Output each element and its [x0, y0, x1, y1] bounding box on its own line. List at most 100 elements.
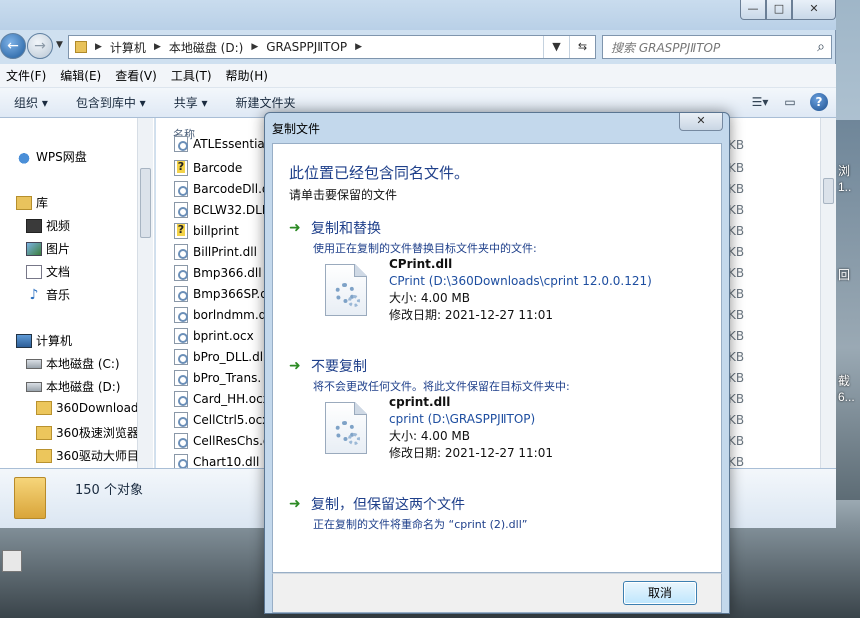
back-button[interactable]: ←	[0, 33, 26, 59]
breadcrumb-separator-icon[interactable]: ▶	[355, 42, 362, 52]
dialog-close-button[interactable]: ✕	[679, 113, 723, 131]
list-item[interactable]: bPro_Trans.	[174, 368, 261, 388]
dll-file-icon	[174, 433, 188, 449]
sidebar-item-folder[interactable]: 360Download	[36, 401, 139, 415]
breadcrumb-separator-icon[interactable]: ▶	[154, 42, 161, 52]
help-icon[interactable]: ?	[810, 93, 828, 111]
dll-file-icon	[325, 402, 367, 454]
green-arrow-icon: ➜	[289, 496, 301, 512]
maximize-button[interactable]: □	[766, 0, 792, 20]
list-item[interactable]: BillPrint.dll	[174, 242, 257, 262]
list-item[interactable]: BarcodeDll.d	[174, 179, 266, 199]
dialog-subheading: 请单击要保留的文件	[289, 188, 398, 202]
file-list-scrollbar[interactable]	[820, 118, 836, 468]
minimize-button[interactable]: —	[740, 0, 766, 20]
recent-pages-dropdown-icon[interactable]: ▼	[56, 40, 63, 50]
dll-file-icon	[174, 454, 188, 468]
sidebar-item-drive-d[interactable]: 本地磁盘 (D:)	[26, 378, 120, 395]
file-name: cprint.dll	[389, 395, 451, 409]
list-item[interactable]: billprint	[174, 221, 239, 241]
sidebar-item-label: 本地磁盘 (C:)	[46, 357, 120, 371]
preview-pane-icon[interactable]: ▭	[780, 92, 800, 112]
dll-file-icon	[174, 136, 188, 152]
list-item[interactable]: Chart10.dll	[174, 452, 259, 468]
breadcrumb-computer[interactable]: 计算机	[110, 39, 146, 56]
menu-file[interactable]: 文件(F)	[0, 67, 54, 84]
option-title: 复制，但保留这两个文件	[311, 497, 465, 513]
source-file-info[interactable]: CPrint.dll CPrint (D:\360Downloads\cprin…	[325, 256, 705, 322]
sidebar-item-music[interactable]: ♪ 音乐	[26, 286, 70, 303]
menu-edit[interactable]: 编辑(E)	[54, 67, 109, 84]
sidebar-item-label: 本地磁盘 (D:)	[46, 380, 121, 394]
cloud-icon	[16, 149, 32, 164]
organize-button[interactable]: 组织 ▾	[0, 94, 62, 111]
breadcrumb-separator-icon[interactable]: ▶	[95, 42, 102, 52]
sidebar-item-folder[interactable]: 360极速浏览器	[36, 424, 139, 441]
dll-file-icon	[174, 307, 188, 323]
sidebar-item-documents[interactable]: 文档	[26, 263, 70, 280]
address-dropdown-icon[interactable]: ▼	[543, 36, 569, 58]
refresh-icon[interactable]: ⇆	[569, 36, 595, 58]
file-size: KB	[728, 161, 745, 175]
sidebar-scrollbar[interactable]	[137, 118, 153, 468]
scrollbar-thumb[interactable]	[140, 168, 151, 238]
sidebar-item-wps[interactable]: WPS网盘	[16, 148, 87, 165]
breadcrumb-separator-icon[interactable]: ▶	[251, 42, 258, 52]
title-bar[interactable]: — □ ✕	[0, 0, 836, 30]
search-icon[interactable]: ⌕	[817, 39, 825, 55]
desktop-shortcut-icon[interactable]	[2, 550, 22, 572]
list-item[interactable]: BCLW32.DLL	[174, 200, 266, 220]
destination-file-info[interactable]: cprint.dll cprint (D:\GRASPPJⅡTOP) 大小: 4…	[325, 394, 705, 460]
close-button[interactable]: ✕	[792, 0, 836, 20]
sidebar-item-label: 音乐	[46, 288, 71, 302]
search-placeholder: 搜索 GRASPPJⅡTOP	[611, 41, 721, 55]
address-bar[interactable]: ▶ 计算机 ▶ 本地磁盘 (D:) ▶ GRASPPJⅡTOP ▶ ▼ ⇆	[68, 35, 596, 59]
desktop-icon-label: 6...	[838, 390, 855, 404]
new-folder-button[interactable]: 新建文件夹	[222, 94, 310, 111]
list-item[interactable]: bPro_DLL.dl	[174, 347, 263, 367]
menu-bar: 文件(F) 编辑(E) 查看(V) 工具(T) 帮助(H)	[0, 64, 836, 88]
sidebar-item-label: 360驱动大师目	[56, 449, 139, 463]
option-title: 不要复制	[311, 359, 367, 375]
list-item[interactable]: Bmp366SP.d	[174, 284, 266, 304]
file-size: KB	[728, 455, 745, 469]
share-button[interactable]: 共享 ▾	[160, 94, 222, 111]
menu-help[interactable]: 帮助(H)	[220, 67, 276, 84]
scrollbar-thumb[interactable]	[823, 178, 834, 204]
list-item[interactable]: borlndmm.d	[174, 305, 266, 325]
list-item[interactable]: ATLEssentia	[174, 134, 265, 154]
file-size: KB	[728, 392, 745, 406]
sidebar-item-pictures[interactable]: 图片	[26, 240, 70, 257]
list-item[interactable]: CellResChs.d	[174, 431, 266, 451]
copy-and-replace-option[interactable]: ➜ 复制和替换 使用正在复制的文件替换目标文件夹中的文件:	[289, 218, 537, 256]
sidebar-item-library[interactable]: 库	[16, 194, 48, 211]
cancel-button[interactable]: 取消	[623, 581, 697, 605]
list-item[interactable]: Bmp366.dll	[174, 263, 262, 283]
ocx-file-icon	[174, 412, 188, 428]
dialog-body: 此位置已经包含同名文件。 请单击要保留的文件 ➜ 复制和替换 使用正在复制的文件替…	[272, 143, 722, 573]
dont-copy-option[interactable]: ➜ 不要复制 将不会更改任何文件。将此文件保留在目标文件夹中:	[289, 356, 570, 394]
list-item[interactable]: Barcode	[174, 158, 242, 178]
sidebar-item-computer[interactable]: 计算机	[16, 332, 72, 349]
include-in-library-button[interactable]: 包含到库中 ▾	[62, 94, 160, 111]
dll-file-icon	[174, 370, 188, 386]
search-input[interactable]: 搜索 GRASPPJⅡTOP ⌕	[602, 35, 832, 59]
forward-button[interactable]: →	[27, 33, 53, 59]
close-icon: ✕	[696, 114, 706, 127]
breadcrumb-drive-d[interactable]: 本地磁盘 (D:)	[169, 39, 243, 56]
list-item[interactable]: bprint.ocx	[174, 326, 254, 346]
menu-tools[interactable]: 工具(T)	[165, 67, 220, 84]
copy-keep-both-option[interactable]: ➜ 复制，但保留这两个文件 正在复制的文件将重命名为 “cprint (2).dl…	[289, 494, 527, 532]
dll-file-icon	[174, 244, 188, 260]
file-size: KB	[728, 203, 745, 217]
sidebar-item-video[interactable]: 视频	[26, 217, 70, 234]
sidebar-item-drive-c[interactable]: 本地磁盘 (C:)	[26, 355, 120, 372]
file-size: KB	[728, 138, 745, 152]
menu-view[interactable]: 查看(V)	[109, 67, 165, 84]
sidebar-item-label: 计算机	[36, 334, 73, 348]
list-item[interactable]: CellCtrl5.ocx	[174, 410, 266, 430]
breadcrumb-current-folder[interactable]: GRASPPJⅡTOP	[266, 40, 347, 54]
sidebar-item-folder[interactable]: 360驱动大师目	[36, 447, 139, 464]
list-item[interactable]: Card_HH.ocx	[174, 389, 266, 409]
view-options-icon[interactable]: ☰▾	[750, 92, 770, 112]
